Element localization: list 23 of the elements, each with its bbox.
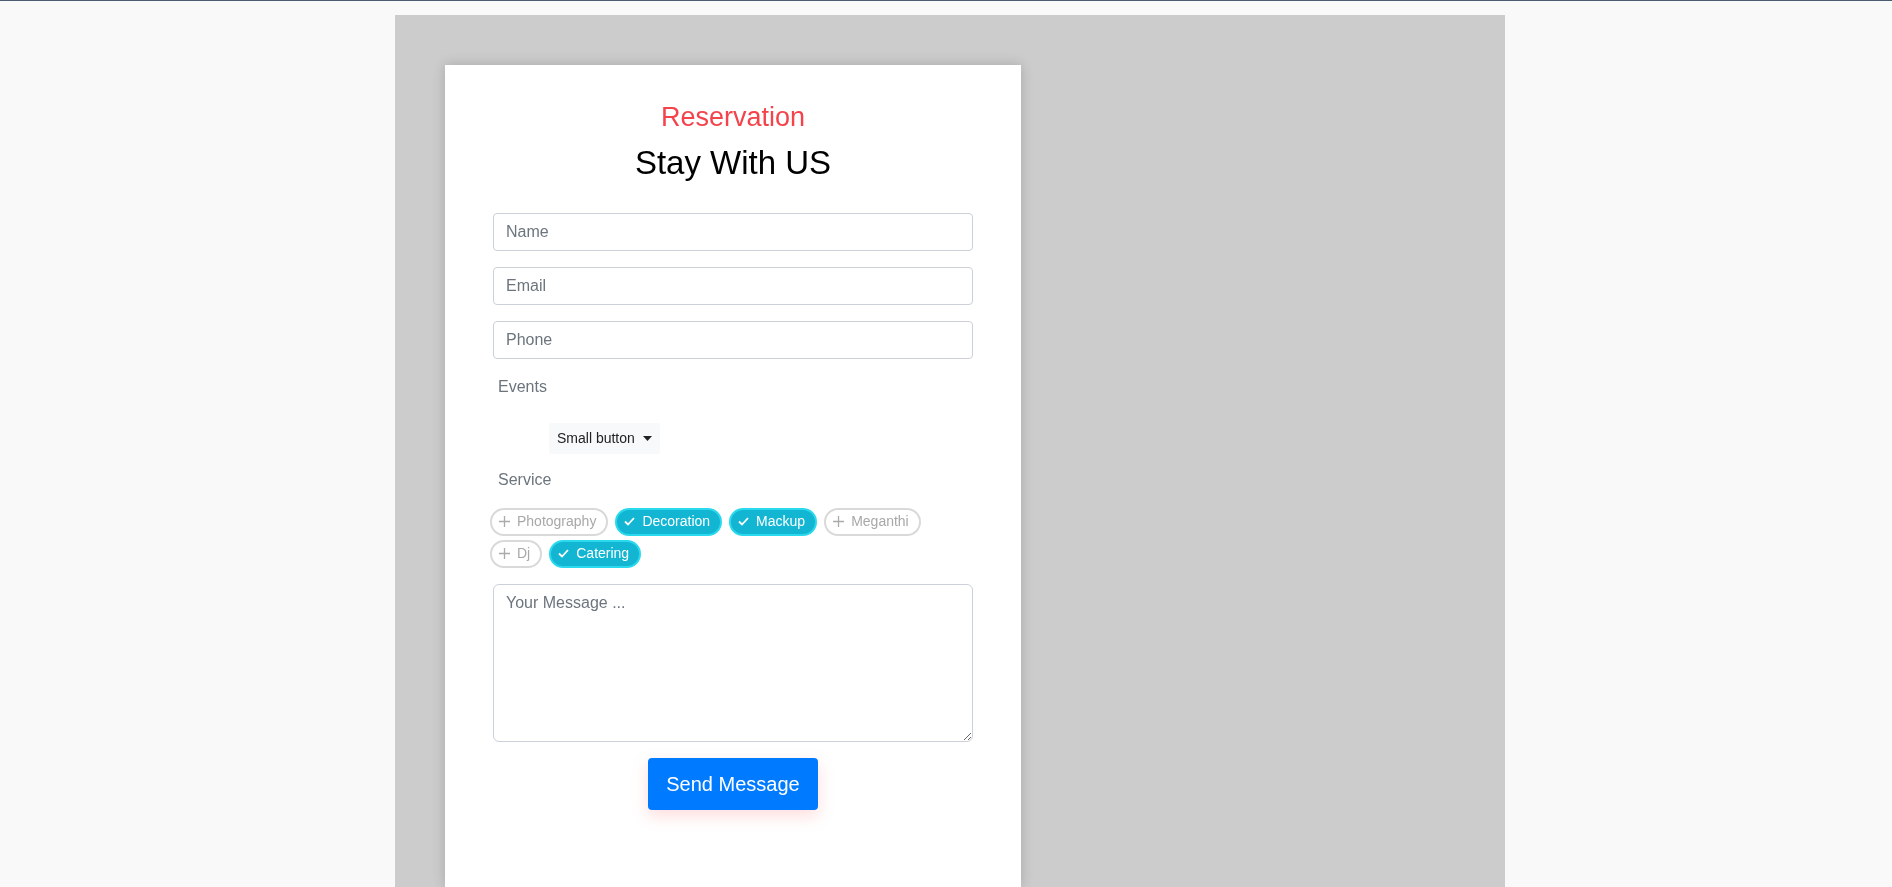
plus-icon	[833, 516, 845, 528]
plus-icon	[499, 516, 510, 528]
check-icon	[558, 549, 570, 559]
service-chip[interactable]: Photography	[490, 508, 609, 536]
field-label: Events	[498, 377, 548, 397]
service-chip[interactable]: Meganthi	[824, 508, 921, 536]
service-chip[interactable]: Catering	[549, 540, 642, 568]
input-field[interactable]: Email	[493, 267, 973, 305]
check-icon	[624, 517, 636, 527]
input-field[interactable]: Name	[493, 213, 973, 251]
plus-icon	[499, 548, 510, 560]
message-field[interactable]: Your Message ...	[493, 584, 973, 742]
send-button[interactable]: Send Message	[648, 758, 818, 810]
section-subtitle: Reservation	[659, 101, 807, 134]
service-chip[interactable]: Dj	[490, 540, 543, 568]
input-field[interactable]: Phone	[493, 321, 973, 359]
dropdown-button[interactable]: Small button	[549, 423, 660, 454]
form-title: Stay With US	[633, 143, 833, 183]
service-chip[interactable]: Mackup	[729, 508, 818, 536]
service-chip[interactable]: Decoration	[615, 508, 723, 536]
check-icon	[738, 517, 750, 527]
caret-icon	[642, 436, 652, 441]
field-label: Service	[498, 470, 553, 490]
